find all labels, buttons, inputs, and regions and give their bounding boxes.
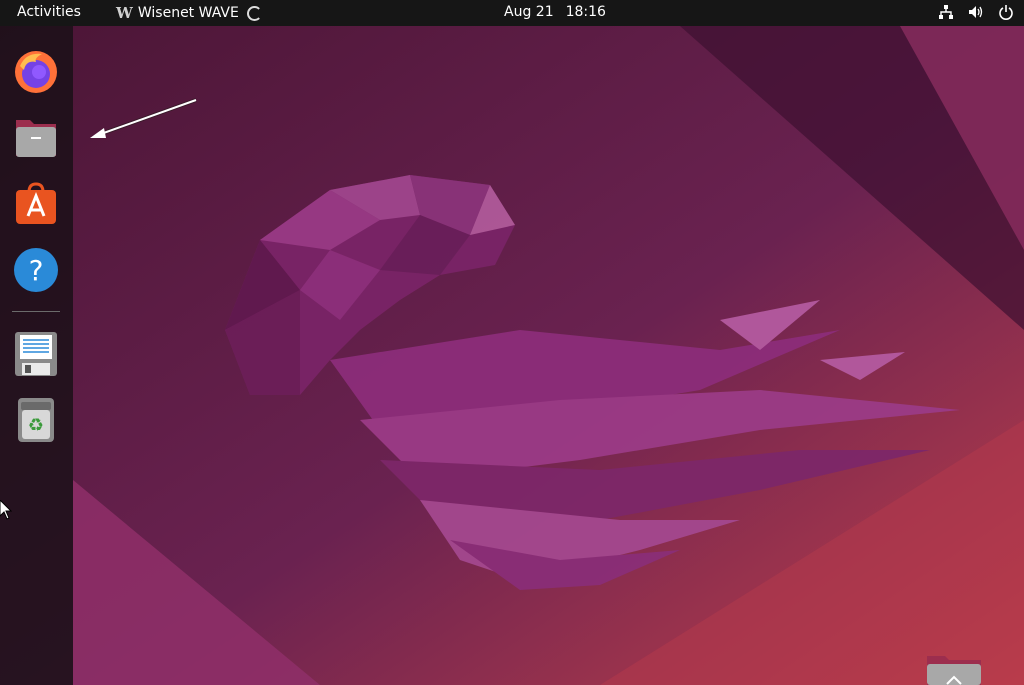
dock-item-firefox[interactable] bbox=[12, 48, 60, 96]
files-folder-icon bbox=[16, 120, 56, 157]
app-menu[interactable]: W Wisenet WAVE bbox=[116, 4, 262, 22]
network-icon[interactable] bbox=[938, 4, 954, 20]
volume-icon[interactable] bbox=[968, 4, 984, 20]
app-menu-label: Wisenet WAVE bbox=[137, 5, 239, 21]
system-tray[interactable] bbox=[938, 4, 1014, 20]
dock-item-files[interactable] bbox=[12, 114, 60, 162]
activities-button[interactable]: Activities bbox=[17, 4, 81, 20]
home-folder-icon[interactable] bbox=[925, 654, 983, 685]
mouse-cursor-icon bbox=[0, 500, 12, 520]
clock[interactable]: Aug 21 18:16 bbox=[504, 4, 606, 20]
dock-item-software[interactable] bbox=[12, 180, 60, 228]
dock-item-text-editor[interactable] bbox=[12, 330, 60, 378]
svg-text:?: ? bbox=[29, 254, 44, 287]
floppy-text-editor-icon bbox=[15, 332, 57, 376]
top-bar: Activities W Wisenet WAVE Aug 21 18:16 bbox=[0, 0, 1024, 26]
help-icon: ? bbox=[14, 248, 58, 292]
trash-recycle-icon: ♻ bbox=[18, 398, 54, 442]
loading-spinner-icon bbox=[246, 5, 262, 21]
power-icon[interactable] bbox=[998, 4, 1014, 20]
dock: ? ♻ bbox=[0, 26, 73, 685]
dock-separator bbox=[12, 311, 60, 312]
clock-date: Aug 21 bbox=[504, 4, 554, 20]
annotation-arrow bbox=[90, 98, 197, 138]
wisenet-logo-icon: W bbox=[116, 4, 133, 22]
dock-item-help[interactable]: ? bbox=[12, 246, 60, 294]
firefox-icon bbox=[15, 51, 57, 93]
app-center-icon bbox=[16, 182, 56, 224]
svg-text:♻: ♻ bbox=[28, 415, 44, 436]
dock-item-trash[interactable]: ♻ bbox=[12, 396, 60, 444]
clock-time: 18:16 bbox=[565, 4, 606, 20]
